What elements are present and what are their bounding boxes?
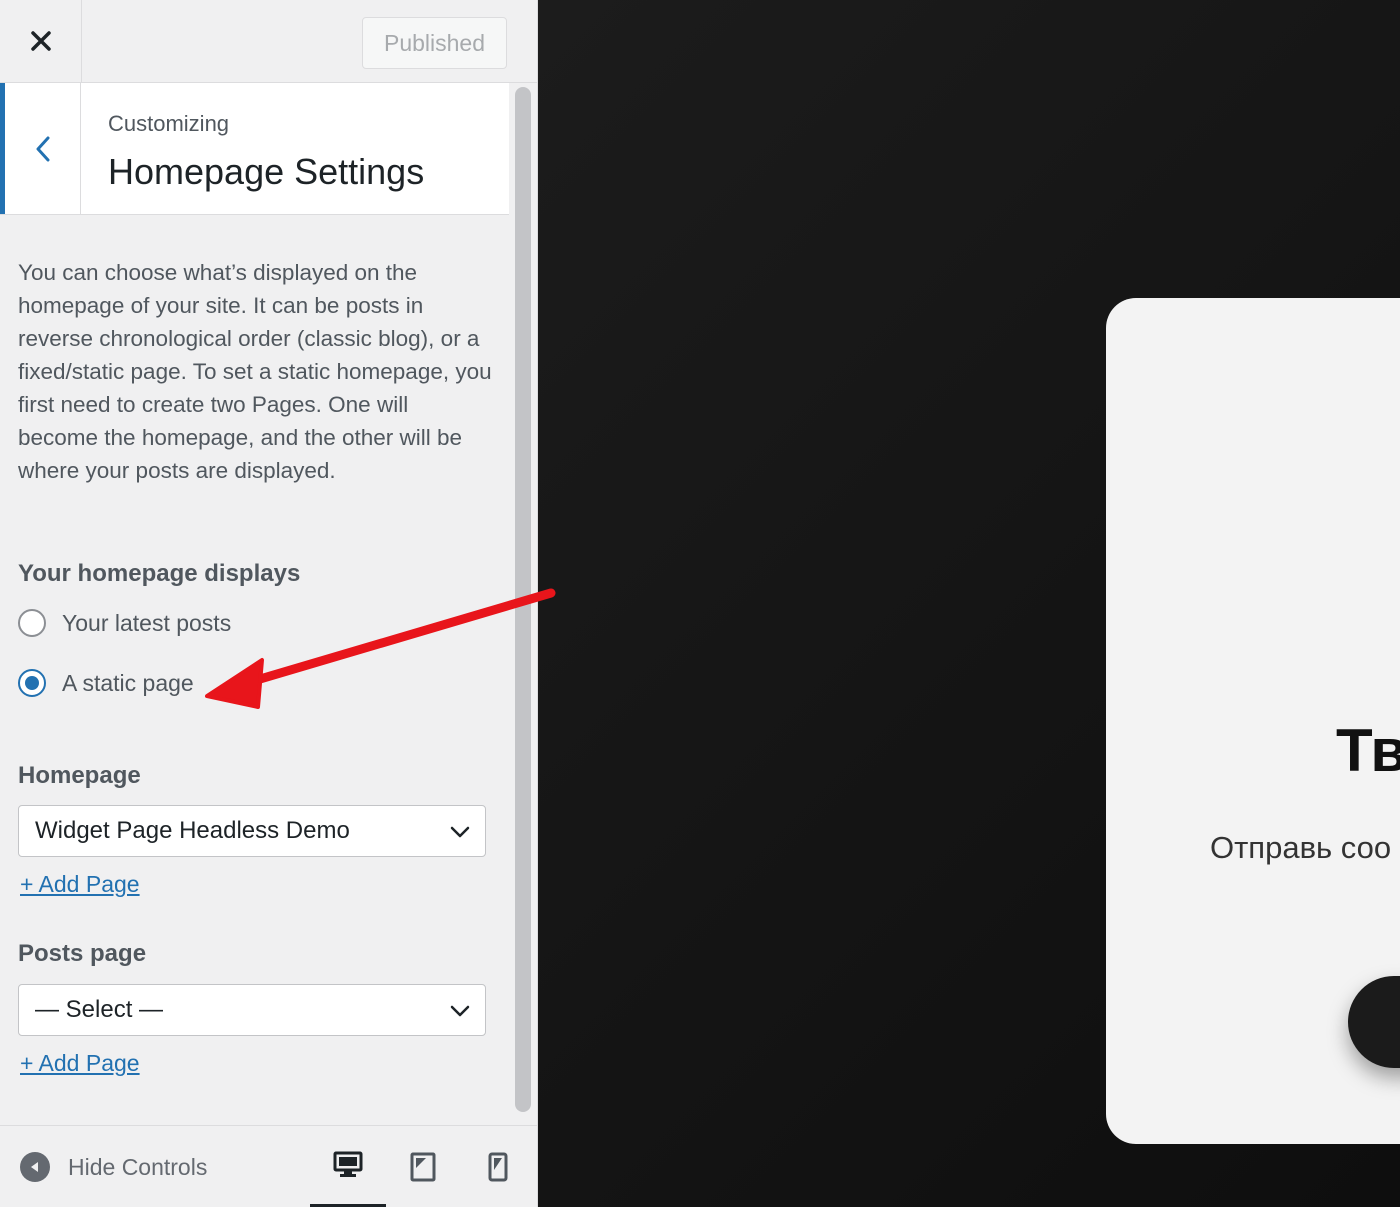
site-preview: Тв Отправь соо bbox=[538, 0, 1400, 1207]
section-title: Homepage Settings bbox=[108, 151, 425, 192]
posts-page-label: Posts page bbox=[18, 940, 147, 967]
tablet-preview-button[interactable] bbox=[385, 1126, 461, 1207]
preview-heading: Тв bbox=[1336, 717, 1400, 784]
desktop-icon bbox=[333, 1151, 363, 1177]
tablet-icon bbox=[410, 1152, 436, 1182]
desktop-preview-button[interactable] bbox=[310, 1126, 386, 1207]
hide-controls-label: Hide Controls bbox=[68, 1153, 208, 1180]
posts-page-select[interactable]: — Select — bbox=[18, 984, 486, 1036]
hide-controls-button[interactable]: Hide Controls bbox=[20, 1152, 207, 1182]
radio-static-page[interactable]: A static page bbox=[18, 669, 194, 697]
collapse-arrow-icon bbox=[20, 1152, 50, 1182]
homepage-label: Homepage bbox=[18, 762, 141, 789]
mobile-preview-button[interactable] bbox=[460, 1126, 536, 1207]
back-button[interactable] bbox=[0, 83, 81, 214]
customizing-label: Customizing bbox=[108, 111, 230, 136]
published-button[interactable]: Published bbox=[362, 17, 507, 69]
customizer-sidebar: Published Customizing Homepage Settings … bbox=[0, 0, 538, 1207]
homepage-select[interactable]: Widget Page Headless Demo bbox=[18, 805, 486, 857]
radio-button-selected[interactable] bbox=[18, 669, 46, 697]
chevron-down-icon bbox=[450, 1005, 470, 1017]
preview-button[interactable] bbox=[1348, 976, 1400, 1068]
radio-button[interactable] bbox=[18, 609, 46, 637]
chevron-down-icon bbox=[450, 826, 470, 838]
homepage-select-value: Widget Page Headless Demo bbox=[35, 817, 350, 844]
homepage-add-page-link[interactable]: + Add Page bbox=[20, 871, 140, 898]
homepage-displays-label: Your homepage displays bbox=[18, 560, 301, 587]
posts-page-select-value: — Select — bbox=[35, 996, 164, 1023]
radio-selected-dot bbox=[25, 676, 39, 690]
section-header: Customizing Homepage Settings bbox=[0, 83, 509, 215]
close-icon bbox=[30, 31, 51, 51]
section-description: You can choose what’s displayed on the h… bbox=[18, 260, 492, 483]
posts-page-add-page-link[interactable]: + Add Page bbox=[20, 1050, 140, 1077]
radio-label: Your latest posts bbox=[62, 609, 232, 636]
customizer-footer: Hide Controls bbox=[0, 1125, 537, 1207]
radio-label: A static page bbox=[62, 669, 194, 696]
mobile-icon bbox=[488, 1152, 508, 1182]
close-customizer-button[interactable] bbox=[0, 0, 82, 82]
preview-subtext: Отправь соо bbox=[1210, 830, 1392, 865]
preview-card: Тв Отправь соо bbox=[1106, 298, 1400, 1144]
chevron-left-icon bbox=[36, 136, 49, 161]
scrollbar[interactable] bbox=[515, 87, 531, 1112]
radio-latest-posts[interactable]: Your latest posts bbox=[18, 609, 231, 637]
customizer-topbar: Published bbox=[0, 0, 537, 83]
